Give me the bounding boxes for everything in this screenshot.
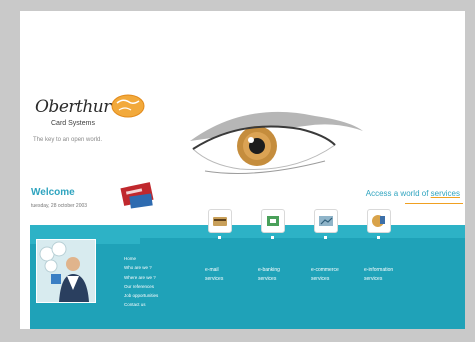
commerce-card-icon bbox=[314, 209, 338, 233]
nav-item-references[interactable]: Our references bbox=[124, 282, 204, 291]
current-date: tuesday, 28 october 2003 bbox=[31, 203, 88, 209]
service-label: e-commerce services bbox=[311, 266, 339, 284]
service-information[interactable]: e-information services bbox=[364, 209, 424, 282]
brand-name: Oberthur bbox=[35, 97, 111, 117]
service-label: e-information services bbox=[364, 266, 393, 284]
service-marker bbox=[218, 236, 221, 239]
service-line2: services bbox=[311, 276, 330, 282]
welcome-title: Welcome bbox=[31, 187, 75, 198]
nav-item-home[interactable]: Home bbox=[124, 254, 204, 263]
service-line1: e-banking bbox=[258, 267, 280, 273]
service-line2: services bbox=[258, 276, 277, 282]
service-line2: services bbox=[205, 276, 224, 282]
person-image-icon bbox=[37, 240, 95, 302]
access-emphasis: services bbox=[430, 189, 460, 198]
service-line2: services bbox=[364, 276, 383, 282]
service-banking[interactable]: e-banking services bbox=[258, 209, 318, 282]
tagline: The key to an open world. bbox=[33, 137, 103, 143]
service-marker bbox=[324, 236, 327, 239]
service-commerce[interactable]: e-commerce services bbox=[311, 209, 371, 282]
access-prefix: Access a world of bbox=[365, 189, 431, 198]
service-label: e-mail services bbox=[205, 266, 223, 284]
globe-icon bbox=[111, 94, 145, 118]
service-marker bbox=[377, 236, 380, 239]
access-services-heading: Access a world of services bbox=[366, 189, 460, 198]
banking-card-icon bbox=[261, 209, 285, 233]
divider bbox=[405, 203, 463, 204]
service-marker bbox=[271, 236, 274, 239]
service-label: e-banking services bbox=[258, 266, 280, 284]
service-email[interactable]: e-mail services bbox=[205, 209, 265, 282]
main-nav: Home Who are we ? Where are we ? Our ref… bbox=[124, 254, 204, 310]
screenshot-frame: Oberthur Card Systems The key to an open… bbox=[0, 0, 475, 342]
promo-badge-icon[interactable] bbox=[120, 181, 158, 211]
nav-item-contact[interactable]: Contact us bbox=[124, 300, 204, 309]
email-card-icon bbox=[208, 209, 232, 233]
person-photo bbox=[36, 239, 96, 303]
service-line1: e-commerce bbox=[311, 267, 339, 273]
information-card-icon bbox=[367, 209, 391, 233]
nav-item-who-are-we[interactable]: Who are we ? bbox=[124, 263, 204, 272]
nav-item-where-are-we[interactable]: Where are we ? bbox=[124, 273, 204, 282]
service-line1: e-information bbox=[364, 267, 394, 273]
page: Oberthur Card Systems The key to an open… bbox=[20, 11, 465, 329]
eye-image bbox=[190, 111, 363, 174]
brand-subtitle: Card Systems bbox=[51, 120, 95, 127]
nav-item-jobs[interactable]: Job opportunities bbox=[124, 291, 204, 300]
service-line1: e-mail bbox=[205, 267, 219, 273]
